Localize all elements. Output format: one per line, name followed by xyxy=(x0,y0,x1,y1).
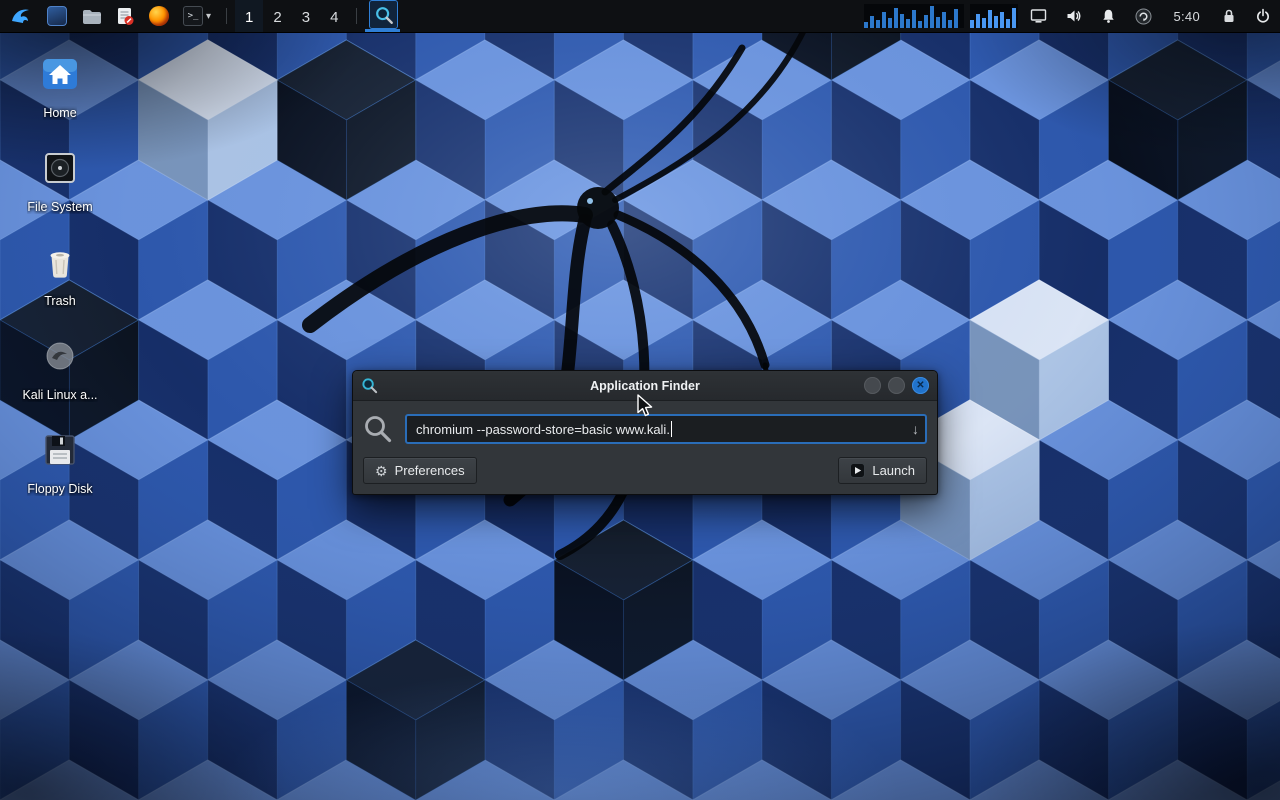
window-titlebar-app-icon xyxy=(361,377,378,394)
workspace-3[interactable]: 3 xyxy=(292,0,320,32)
desktop-icon-file-system[interactable]: File System xyxy=(12,146,108,214)
panel-separator-2 xyxy=(356,8,357,24)
panel-separator xyxy=(226,8,227,24)
lock-screen-button[interactable] xyxy=(1212,0,1246,32)
display-settings-button[interactable] xyxy=(1021,0,1056,32)
top-panel: >_ ▾ 1 2 3 4 xyxy=(0,0,1280,33)
desktop-icon-trash[interactable]: Trash xyxy=(12,240,108,308)
floppy-disk-icon xyxy=(38,428,82,472)
bell-icon xyxy=(1100,8,1117,24)
desktop-icon-home[interactable]: Home xyxy=(12,52,108,120)
terminal-prompt-glyph: >_ xyxy=(188,8,199,25)
firefox-icon xyxy=(149,6,169,26)
folder-icon xyxy=(81,6,101,26)
desktop-icon-label: Home xyxy=(43,106,76,120)
panel-spacer xyxy=(400,0,861,32)
display-icon xyxy=(1030,8,1047,24)
launch-button[interactable]: Launch xyxy=(838,457,927,484)
window-title: Application Finder xyxy=(353,379,937,393)
taskbar-application-finder-button[interactable] xyxy=(370,1,397,28)
file-system-icon xyxy=(38,146,82,190)
taskbar-active-item xyxy=(365,0,400,32)
notifications-button[interactable] xyxy=(1091,0,1126,32)
panel-launchers: >_ ▾ xyxy=(40,0,218,32)
workspace-1[interactable]: 1 xyxy=(235,0,263,32)
update-icon xyxy=(1135,8,1152,25)
trash-icon xyxy=(38,240,82,284)
dialog-button-row: ⚙ Preferences Launch xyxy=(363,457,927,484)
search-input-value: chromium --password-store=basic www.kali… xyxy=(416,422,670,437)
applications-menu-button[interactable] xyxy=(0,0,40,32)
close-button[interactable]: ✕ xyxy=(912,377,929,394)
minimize-button[interactable] xyxy=(864,377,881,394)
desktop-icon-label: Floppy Disk xyxy=(27,482,92,496)
text-caret xyxy=(671,421,672,437)
launch-icon xyxy=(850,463,865,478)
update-status-button[interactable] xyxy=(1126,0,1161,32)
power-icon xyxy=(1255,8,1271,24)
preferences-button-label: Preferences xyxy=(395,463,465,478)
clock[interactable]: 5:40 xyxy=(1161,0,1212,32)
cpu-graph-icon xyxy=(864,4,964,28)
lock-icon xyxy=(1221,8,1237,24)
mouse-cursor xyxy=(636,394,658,418)
folder-launcher[interactable] xyxy=(74,0,108,32)
application-finder-window: Application Finder ✕ chromium --password… xyxy=(352,370,938,495)
desktop-icon-kali-linux[interactable]: Kali Linux a... xyxy=(12,334,108,402)
volume-button[interactable] xyxy=(1056,0,1091,32)
text-editor-launcher[interactable] xyxy=(108,0,142,32)
application-finder-icon xyxy=(374,5,394,25)
volume-icon xyxy=(1065,8,1082,24)
terminal-icon: >_ xyxy=(183,6,203,26)
history-dropdown-icon[interactable]: ↓ xyxy=(904,421,919,437)
workspace-4[interactable]: 4 xyxy=(320,0,348,32)
file-manager-icon xyxy=(47,6,67,26)
firefox-launcher[interactable] xyxy=(142,0,176,32)
system-monitor-graph[interactable] xyxy=(861,0,967,32)
workspace-2[interactable]: 2 xyxy=(263,0,291,32)
launch-button-label: Launch xyxy=(872,463,915,478)
network-monitor-graph[interactable] xyxy=(967,0,1021,32)
close-icon: ✕ xyxy=(916,381,924,391)
kali-disc-icon xyxy=(38,334,82,378)
desktop-icon-label: Kali Linux a... xyxy=(22,388,97,402)
search-input[interactable]: chromium --password-store=basic www.kali… xyxy=(405,414,927,444)
search-row: chromium --password-store=basic www.kali… xyxy=(363,414,927,444)
gear-icon: ⚙ xyxy=(375,464,388,478)
maximize-button[interactable] xyxy=(888,377,905,394)
desktop-icon-column: Home File System Trash xyxy=(12,52,108,522)
desktop-icon-label: Trash xyxy=(44,294,76,308)
workspace-switcher: 1 2 3 4 xyxy=(235,0,348,32)
kali-logo-icon xyxy=(8,4,32,28)
text-editor-icon xyxy=(115,6,135,26)
network-graph-icon xyxy=(970,4,1018,28)
home-icon xyxy=(38,52,82,96)
desktop-icon-floppy-disk[interactable]: Floppy Disk xyxy=(12,428,108,496)
file-manager-launcher[interactable] xyxy=(40,0,74,32)
desktop-icon-label: File System xyxy=(27,200,92,214)
power-button[interactable] xyxy=(1246,0,1280,32)
terminal-launcher[interactable]: >_ ▾ xyxy=(176,0,218,32)
preferences-button[interactable]: ⚙ Preferences xyxy=(363,457,477,484)
search-icon xyxy=(363,414,393,444)
chevron-down-icon: ▾ xyxy=(206,11,211,22)
window-controls: ✕ xyxy=(864,377,929,394)
